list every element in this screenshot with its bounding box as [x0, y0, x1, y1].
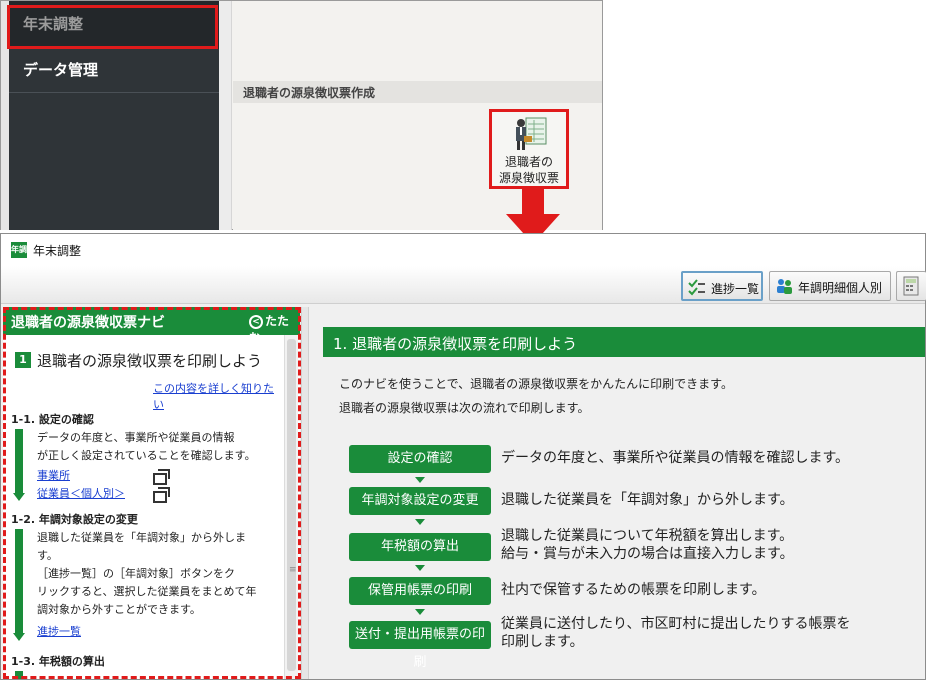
pane-splitter[interactable]: [301, 307, 309, 679]
navi-body: 1 退職者の源泉徴収票を印刷しよう この内容を詳しく知りたい 1-1. 設定の確…: [3, 335, 284, 679]
section-heading-1-1: 1-1. 設定の確認: [11, 413, 94, 426]
scrollbar-thumb[interactable]: ≡: [287, 339, 297, 671]
progress-bar-tip-2: [13, 633, 25, 641]
progress-bar-2: [15, 529, 23, 633]
nencho-detail-button[interactable]: 年調明細個人別: [769, 271, 891, 301]
navi-header: 退職者の源泉徴収票ナビ < たたむ: [3, 307, 300, 345]
flow-desc-line: 印刷します。: [501, 634, 584, 650]
main-content: 1. 退職者の源泉徴収票を印刷しよう このナビを使うことで、退職者の源泉徴収票を…: [309, 307, 925, 679]
grip-icon: ≡: [289, 565, 297, 575]
progress-bar-tip-1: [13, 493, 25, 501]
chevron-left-icon: <: [249, 314, 263, 329]
calculator-button[interactable]: [896, 271, 926, 301]
progress-bar-3: [15, 671, 23, 679]
flow-arrow-icon: [415, 477, 425, 483]
open-window-icon[interactable]: [153, 469, 170, 485]
flow-desc-line: 退職した従業員を「年調対象」から外します。: [501, 492, 794, 508]
title-bar: 年調 年末調整: [1, 234, 925, 266]
intro-line-2: 退職者の源泉徴収票は次の流れで印刷します。: [339, 401, 590, 415]
main-header: 1. 退職者の源泉徴収票を印刷しよう: [323, 327, 925, 357]
flow-arrow-icon: [415, 609, 425, 615]
navi-scrollbar[interactable]: ≡: [284, 335, 298, 679]
flow-step-archive-print: 保管用帳票の印刷: [349, 577, 491, 605]
text-line: が正しく設定されていることを確認します。: [37, 449, 256, 462]
flow-step-settings: 設定の確認: [349, 445, 491, 473]
nencho-window: 年調 年末調整 進捗一覧 年調明細個人別 退職者の源泉徴収票ナビ < たたむ 1…: [0, 233, 926, 680]
tile-label-line1: 退職者の: [504, 155, 553, 169]
step-number-badge: 1: [15, 352, 31, 368]
main-header-title: 1. 退職者の源泉徴収票を印刷しよう: [333, 335, 578, 353]
flow-desc-line: 従業員に送付したり、市区町村に提出したりする帳票を: [501, 616, 851, 632]
flow-desc-line: 社内で保管するための帳票を印刷します。: [501, 582, 766, 598]
section-text-1-1: データの年度と、事業所や従業員の情報 が正しく設定されていることを確認します。: [37, 429, 273, 465]
office-link[interactable]: 事業所: [37, 467, 70, 483]
flow-desc-archive-print: 社内で保管するための帳票を印刷します。: [501, 581, 901, 599]
navi-panel: 退職者の源泉徴収票ナビ < たたむ 1 退職者の源泉徴収票を印刷しよう この内容を…: [3, 307, 300, 679]
flow-arrow-icon: [415, 565, 425, 571]
intro-line-1: このナビを使うことで、退職者の源泉徴収票をかんたんに印刷できます。: [339, 377, 733, 391]
window-title: 年末調整: [33, 244, 82, 258]
text-line: ［進捗一覧］の［年調対象］ボタンをク: [37, 567, 235, 580]
section-header: 退職者の源泉徴収票作成: [233, 81, 602, 103]
flow-desc-line: 給与・賞与が未入力の場合は直接入力します。: [501, 546, 794, 562]
toolbar: 進捗一覧 年調明細個人別: [1, 266, 926, 304]
calculator-icon: [903, 276, 919, 296]
flow-desc-line: データの年度と、事業所や従業員の情報を確認します。: [501, 450, 850, 466]
text-line: 調対象から外すことができます。: [37, 603, 201, 616]
flow-desc-line: 退職した従業員について年税額を算出します。: [501, 528, 794, 544]
sidebar-item-label: データ管理: [23, 61, 99, 79]
retiree-document-icon: [516, 117, 547, 150]
pane-gap: [219, 1, 232, 230]
step-title: 退職者の源泉徴収票を印刷しよう: [37, 352, 263, 370]
text-line: データの年度と、事業所や従業員の情報: [37, 431, 235, 444]
employee-individual-link[interactable]: 従業員＜個人別＞: [37, 485, 125, 501]
app-icon: 年調: [11, 242, 27, 258]
progress-list-label: 進捗一覧: [711, 282, 760, 296]
checklist-icon: [688, 279, 705, 296]
open-window-icon[interactable]: [153, 487, 170, 503]
flow-arrow-icon: [415, 519, 425, 525]
flow-desc-settings: データの年度と、事業所や従業員の情報を確認します。: [501, 449, 901, 467]
nencho-detail-label: 年調明細個人別: [798, 281, 883, 295]
progress-list-link[interactable]: 進捗一覧: [37, 623, 81, 639]
section-heading-1-3: 1-3. 年税額の算出: [11, 655, 105, 668]
tile-label-line2: 源泉徴収票: [498, 171, 559, 185]
people-icon: [777, 279, 792, 294]
flow-step-submit-print: 送付・提出用帳票の印刷: [349, 621, 491, 670]
retiree-withholding-tile[interactable]: 退職者の 源泉徴収票: [489, 109, 569, 189]
section-header-label: 退職者の源泉徴収票作成: [243, 86, 376, 100]
highlight-box-nav: [7, 5, 218, 49]
section-heading-1-2: 1-2. 年調対象設定の変更: [11, 513, 138, 526]
flow-desc-tax-calc: 退職した従業員について年税額を算出します。 給与・賞与が未入力の場合は直接入力し…: [501, 527, 901, 563]
tile-label: 退職者の 源泉徴収票: [492, 154, 566, 186]
progress-bar-1: [15, 429, 23, 493]
flow-desc-target-change: 退職した従業員を「年調対象」から外します。: [501, 491, 901, 509]
text-line: す。: [37, 549, 58, 562]
navi-title: 退職者の源泉徴収票ナビ: [11, 315, 165, 331]
learn-more-link[interactable]: この内容を詳しく知りたい: [153, 380, 284, 412]
text-line: 退職した従業員を「年調対象」から外しま: [37, 531, 246, 544]
flow-desc-submit-print: 従業員に送付したり、市区町村に提出したりする帳票を 印刷します。: [501, 615, 901, 651]
text-line: リックすると、選択した従業員をまとめて年: [37, 585, 257, 598]
progress-list-button[interactable]: 進捗一覧: [681, 271, 763, 301]
flow-step-tax-calc: 年税額の算出: [349, 533, 491, 561]
flow-step-target-change: 年調対象設定の変更: [349, 487, 491, 515]
section-text-1-2: 退職した従業員を「年調対象」から外しま す。 ［進捗一覧］の［年調対象］ボタンを…: [37, 529, 273, 619]
sidebar-item-data-management[interactable]: データ管理: [9, 49, 219, 93]
